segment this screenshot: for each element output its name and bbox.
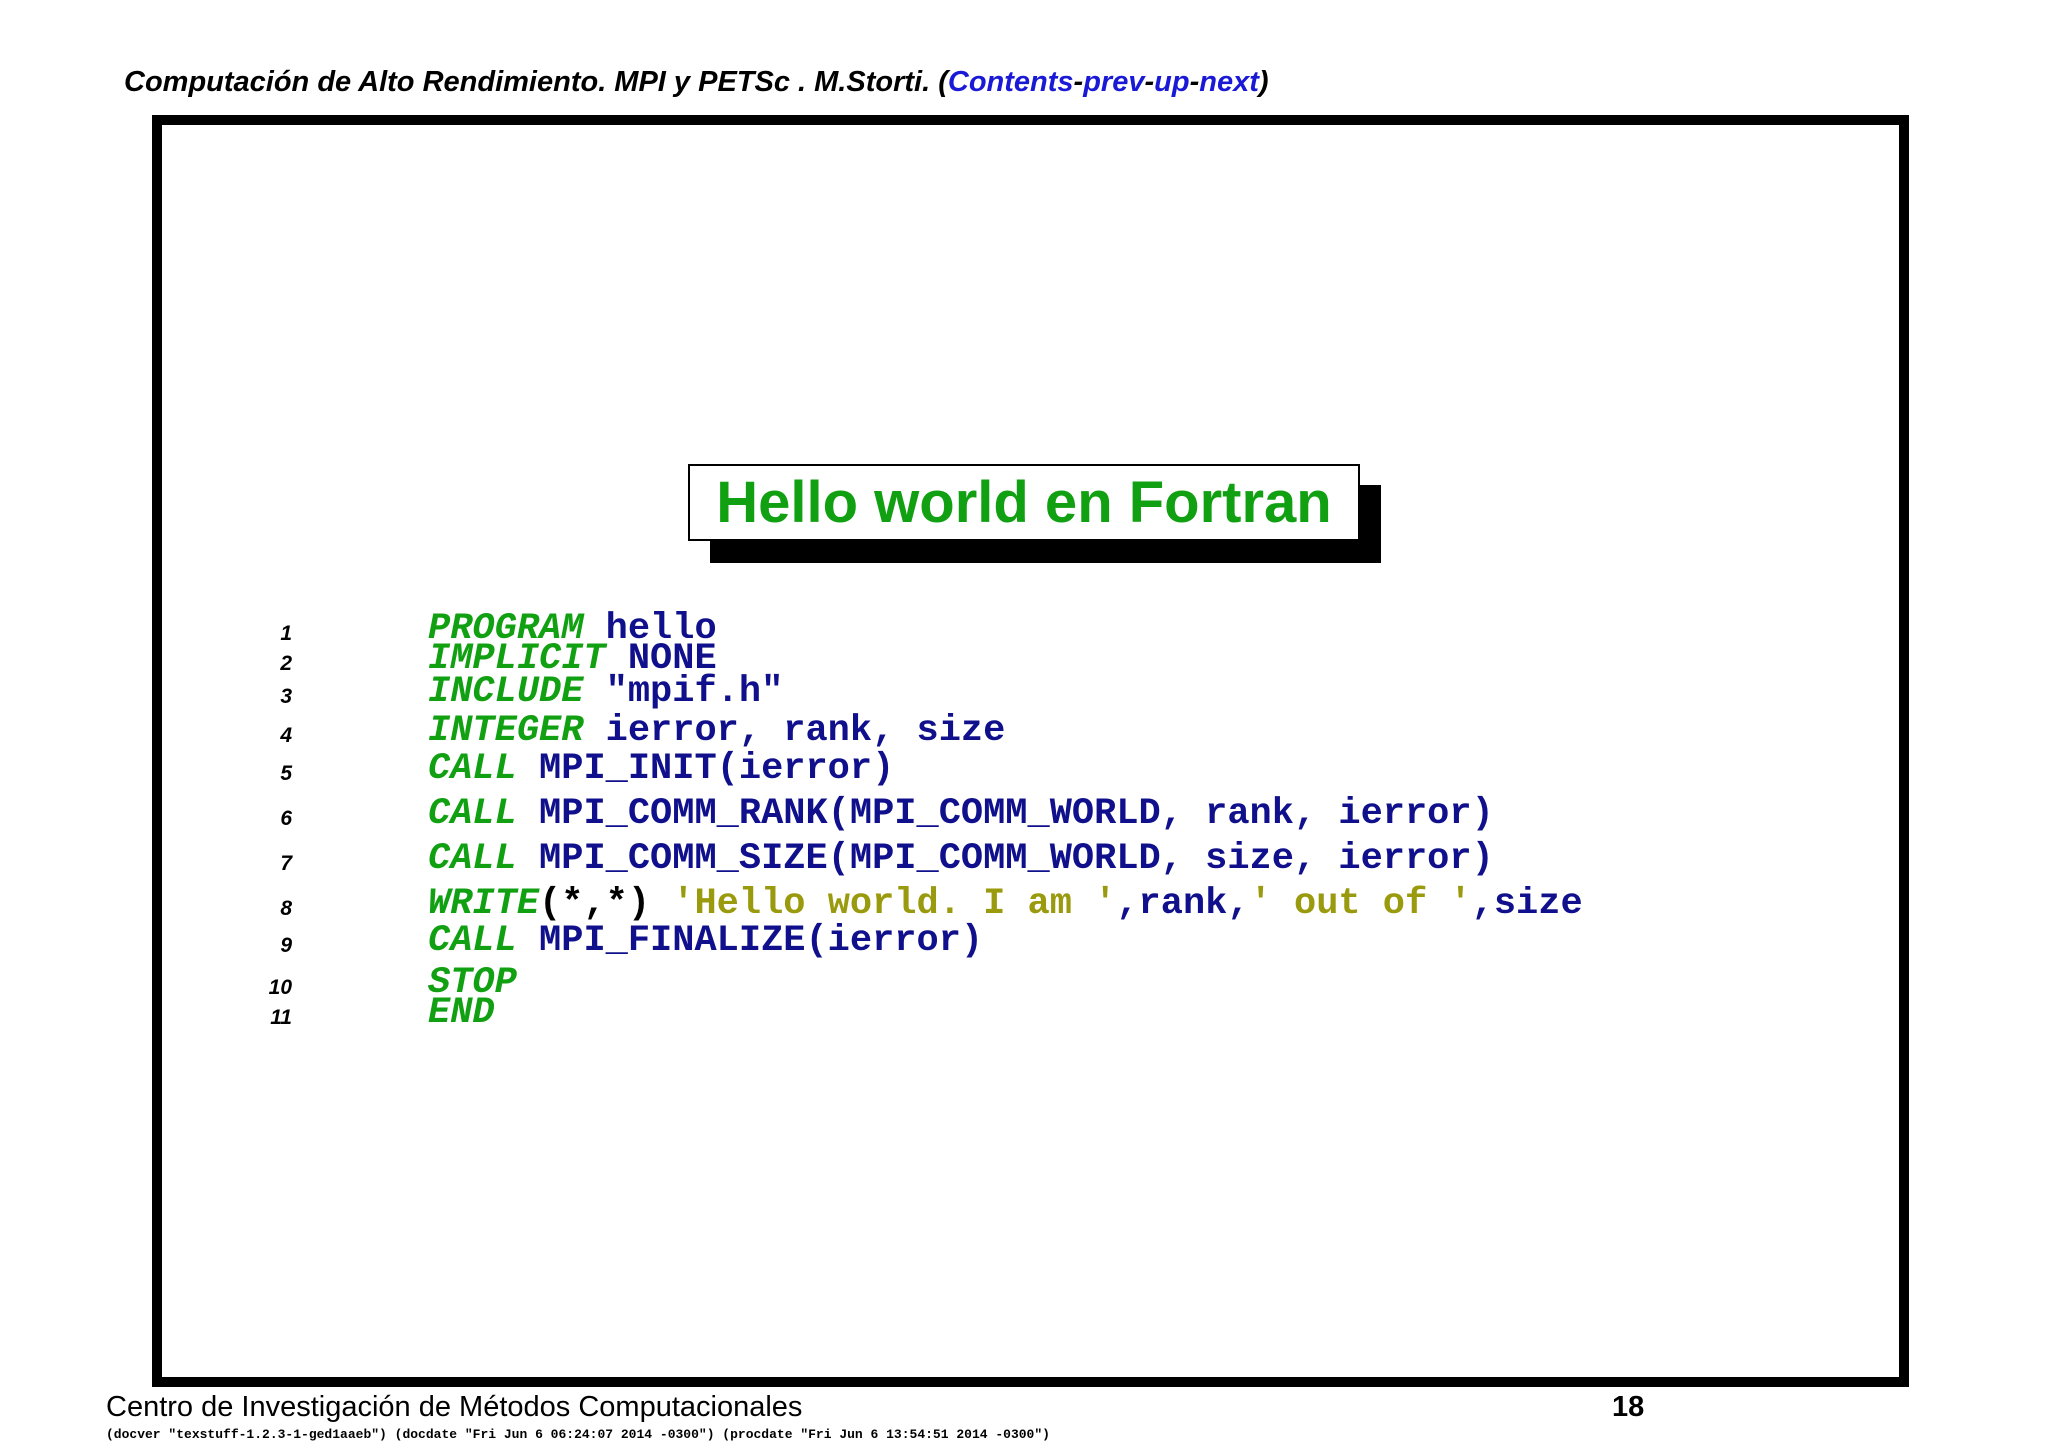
keyword: END <box>428 992 495 1034</box>
nav-up-link[interactable]: up <box>1154 66 1189 98</box>
line-number: 2 <box>280 652 292 675</box>
line-number: 11 <box>270 1006 292 1029</box>
footer-institution: Centro de Investigación de Métodos Compu… <box>106 1391 803 1423</box>
line-number: 6 <box>280 807 292 830</box>
slide-title-box: Hello world en Fortran <box>688 464 1360 541</box>
code-punct: (*,*) <box>539 883 673 925</box>
code-rest: MPI_FINALIZE(ierror) <box>516 920 984 962</box>
code-rest: ierror, rank, size <box>583 710 1006 752</box>
code-text: INCLUDE "mpif.h" <box>428 671 783 713</box>
keyword: WRITE <box>428 883 540 925</box>
code-text: CALL MPI_COMM_RANK(MPI_COMM_WORLD, rank,… <box>428 793 1494 835</box>
code-text: INTEGER ierror, rank, size <box>428 710 1005 752</box>
header-close-paren: ) <box>1258 66 1269 98</box>
keyword: CALL <box>428 793 517 835</box>
code-rest: ,rank, <box>1116 883 1250 925</box>
line-number: 4 <box>280 724 292 747</box>
line-number: 1 <box>280 622 292 645</box>
code-rest: MPI_COMM_RANK(MPI_COMM_WORLD, rank, ierr… <box>516 793 1494 835</box>
code-rest: "mpif.h" <box>583 671 784 713</box>
slide-frame <box>152 115 1909 1387</box>
keyword: INCLUDE <box>428 671 584 713</box>
string-literal: 'Hello world. I am ' <box>672 883 1117 925</box>
nav-contents-link[interactable]: Contents <box>948 66 1074 98</box>
line-number: 5 <box>280 762 292 785</box>
header-open-paren: ( <box>938 66 948 98</box>
line-number: 9 <box>280 934 292 957</box>
code-rest: MPI_INIT(ierror) <box>516 748 895 790</box>
code-text: WRITE(*,*) 'Hello world. I am ',rank,' o… <box>428 883 1583 925</box>
slide-title: Hello world en Fortran <box>716 470 1332 535</box>
page-header: Computación de Alto Rendimiento. MPI y P… <box>124 66 1269 98</box>
string-literal: ' out of ' <box>1249 883 1472 925</box>
keyword: CALL <box>428 748 517 790</box>
line-number: 3 <box>280 685 292 708</box>
code-rest: ,size <box>1471 883 1583 925</box>
nav-next-link[interactable]: next <box>1199 66 1259 98</box>
keyword: CALL <box>428 838 517 880</box>
code-text: CALL MPI_INIT(ierror) <box>428 748 894 790</box>
keyword: CALL <box>428 920 517 962</box>
keyword: INTEGER <box>428 710 584 752</box>
code-text: END <box>428 992 495 1034</box>
page-number: 18 <box>1612 1391 1645 1423</box>
code-text: CALL MPI_FINALIZE(ierror) <box>428 920 983 962</box>
line-number: 10 <box>268 976 292 999</box>
line-number: 8 <box>280 897 292 920</box>
nav-prev-link[interactable]: prev <box>1083 66 1144 98</box>
code-rest: MPI_COMM_SIZE(MPI_COMM_WORLD, size, ierr… <box>516 838 1494 880</box>
code-text: CALL MPI_COMM_SIZE(MPI_COMM_WORLD, size,… <box>428 838 1494 880</box>
line-number: 7 <box>280 852 292 875</box>
header-title: Computación de Alto Rendimiento. MPI y P… <box>124 66 931 98</box>
footer-doc-meta: (docver "texstuff-1.2.3-1-ged1aaeb") (do… <box>106 1427 1050 1442</box>
